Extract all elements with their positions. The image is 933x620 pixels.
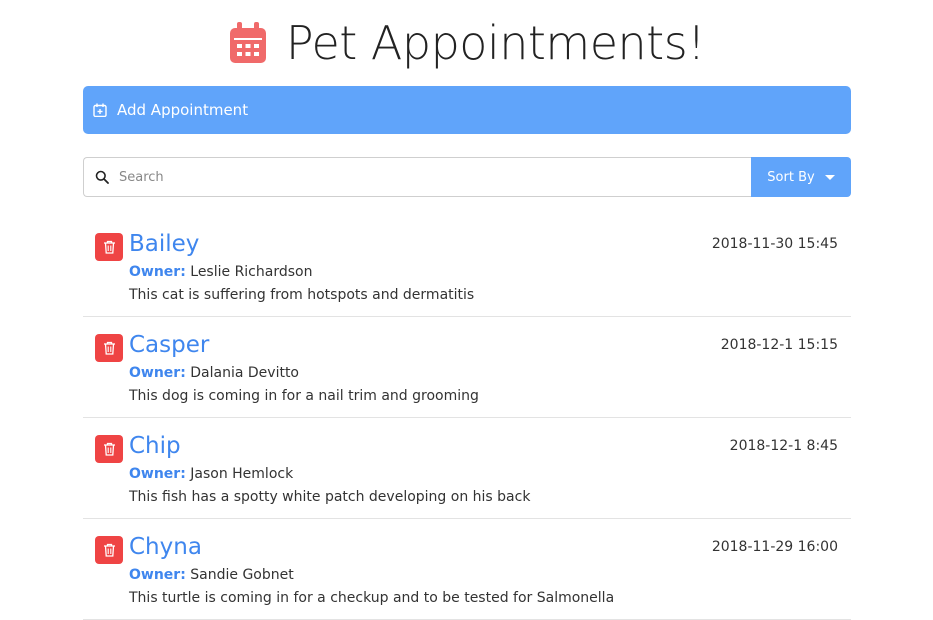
- owner-label: Owner:: [129, 466, 186, 482]
- owner-name: Dalania Devitto: [190, 365, 299, 381]
- page-title: Pet Appointments!: [285, 16, 706, 70]
- search-box: [83, 157, 751, 197]
- appointment-item: Chyna 2018-11-29 16:00 Owner: Sandie Gob…: [83, 519, 851, 620]
- owner-name: Leslie Richardson: [190, 264, 313, 280]
- owner-line: Owner: Leslie Richardson: [129, 264, 312, 280]
- pet-name: Chip: [129, 433, 181, 459]
- owner-name: Jason Hemlock: [190, 466, 294, 482]
- calendar-icon: [229, 22, 266, 63]
- delete-button[interactable]: [95, 233, 123, 261]
- delete-button[interactable]: [95, 435, 123, 463]
- trash-icon: [103, 341, 115, 355]
- appointment-list: Bailey 2018-11-30 15:45 Owner: Leslie Ri…: [83, 216, 851, 620]
- appointment-notes: This fish has a spotty white patch devel…: [129, 489, 531, 505]
- owner-label: Owner:: [129, 264, 186, 280]
- delete-button[interactable]: [95, 536, 123, 564]
- pet-name: Casper: [129, 332, 210, 358]
- pet-name: Chyna: [129, 534, 202, 560]
- appointment-item: Chip 2018-12-1 8:45 Owner: Jason Hemlock…: [83, 418, 851, 519]
- trash-icon: [103, 543, 115, 557]
- search-bar: Sort By: [83, 157, 851, 197]
- owner-line: Owner: Dalania Devitto: [129, 365, 299, 381]
- owner-name: Sandie Gobnet: [190, 567, 294, 583]
- pet-name: Bailey: [129, 231, 200, 257]
- owner-label: Owner:: [129, 365, 186, 381]
- appointment-item: Bailey 2018-11-30 15:45 Owner: Leslie Ri…: [83, 216, 851, 317]
- owner-line: Owner: Jason Hemlock: [129, 466, 293, 482]
- appointment-notes: This dog is coming in for a nail trim an…: [129, 388, 479, 404]
- owner-line: Owner: Sandie Gobnet: [129, 567, 294, 583]
- delete-button[interactable]: [95, 334, 123, 362]
- add-appointment-button[interactable]: Add Appointment: [83, 86, 851, 134]
- search-input[interactable]: [117, 168, 721, 186]
- add-appointment-label: Add Appointment: [117, 101, 249, 119]
- appointment-date: 2018-12-1 8:45: [729, 438, 838, 454]
- sort-by-label: Sort By: [767, 169, 815, 185]
- caret-down-icon: [824, 175, 835, 180]
- calendar-plus-icon: [93, 103, 107, 117]
- appointment-notes: This cat is suffering from hotspots and …: [129, 287, 475, 303]
- owner-label: Owner:: [129, 567, 186, 583]
- appointment-notes: This turtle is coming in for a checkup a…: [129, 590, 615, 606]
- appointment-date: 2018-11-29 16:00: [711, 539, 838, 555]
- appointment-item: Casper 2018-12-1 15:15 Owner: Dalania De…: [83, 317, 851, 418]
- appointment-date: 2018-11-30 15:45: [711, 236, 838, 252]
- page-header: Pet Appointments!: [0, 8, 933, 78]
- search-icon: [95, 170, 109, 184]
- sort-by-button[interactable]: Sort By: [751, 157, 851, 197]
- trash-icon: [103, 442, 115, 456]
- appointment-date: 2018-12-1 15:15: [720, 337, 838, 353]
- trash-icon: [103, 240, 115, 254]
